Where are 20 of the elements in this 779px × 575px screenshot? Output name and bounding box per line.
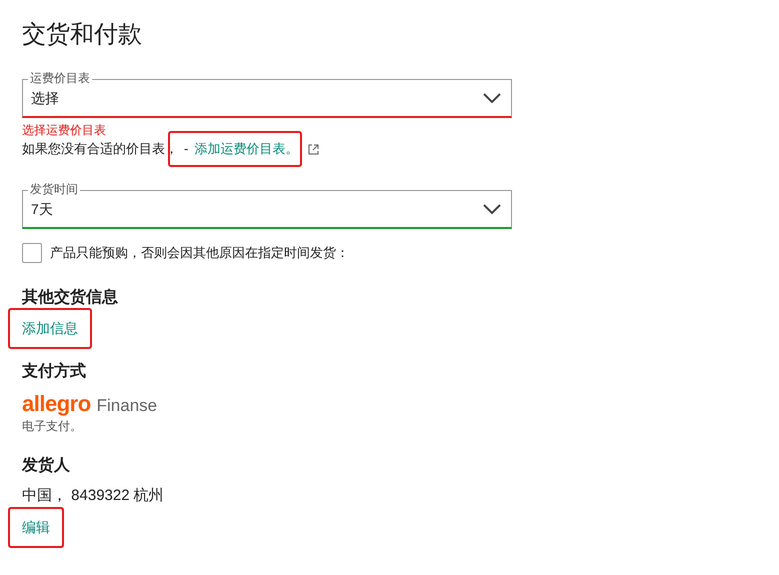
checkbox-label: 产品只能预购，否则会因其他原因在指定时间发货： [50,244,349,262]
field-label: 发货时间 [28,182,80,196]
external-link-icon[interactable] [308,144,320,154]
help-text: 如果您没有合适的价目表， [22,140,178,158]
link[interactable]: 编辑 [22,518,50,534]
page-title: 交货和付款 [22,20,143,50]
link[interactable]: 添加信息 [22,320,78,336]
sender-address: 中国， 8439322 杭州 [22,486,165,506]
section-heading: 发货人 [22,456,71,476]
section-heading: 支付方式 [22,361,87,382]
dash: - [184,140,188,158]
add-price-list-link[interactable]: 添加运费价目表。 [194,139,298,159]
chevron-down-icon [483,93,501,103]
field-label: 运费价目表 [28,71,92,85]
checkbox[interactable] [22,243,42,263]
error-message: 选择运费价目表 [22,122,107,138]
payment-logo: allegro Finanse [22,392,158,418]
chevron-down-icon [483,204,501,214]
section-heading: 其他交货信息 [22,287,119,308]
payment-note: 电子支付。 [22,418,83,432]
